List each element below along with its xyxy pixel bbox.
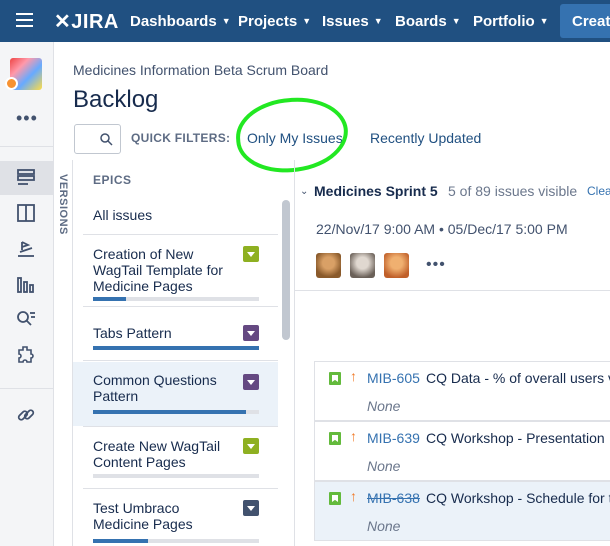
epics-panel: EPICS All issues Creation of New WagTail… xyxy=(73,160,278,546)
sprint-name: Medicines Sprint 5 xyxy=(314,183,438,199)
issue-epic: None xyxy=(367,458,401,474)
issue-row[interactable]: ↑ MIB-638 CQ Workshop - Schedule for t N… xyxy=(314,481,610,541)
versions-label: VERSIONS xyxy=(57,174,69,235)
epic-item[interactable]: Create New WagTail Content Pages xyxy=(73,428,278,492)
epic-name: Test Umbraco Medicine Pages xyxy=(93,500,193,532)
epic-item[interactable]: Creation of New WagTail Template for Med… xyxy=(73,236,278,300)
issue-key[interactable]: MIB-639 xyxy=(367,430,420,446)
chevron-down-icon[interactable] xyxy=(243,500,259,516)
reports-icon[interactable] xyxy=(14,272,38,296)
epic-progress-bar xyxy=(93,297,259,301)
chevron-down-icon[interactable] xyxy=(243,374,259,390)
issue-summary: CQ Workshop - Schedule for t xyxy=(426,490,610,506)
epic-item[interactable]: Common Questions Pattern xyxy=(73,362,278,426)
nav-portfolio[interactable]: Portfolio ▼ xyxy=(473,13,549,30)
breadcrumb[interactable]: Medicines Information Beta Scrum Board xyxy=(73,62,328,78)
search-input[interactable] xyxy=(74,124,121,154)
chevron-down-icon: ▼ xyxy=(221,16,231,26)
story-icon xyxy=(329,432,341,445)
epic-item[interactable]: Test Umbraco Medicine Pages xyxy=(73,490,278,546)
more-icon[interactable]: ••• xyxy=(16,108,38,129)
menu-icon[interactable] xyxy=(16,13,33,27)
more-icon[interactable]: ••• xyxy=(426,256,446,274)
top-navigation-bar: ✕JIRA Dashboards ▼ Projects ▼ Issues ▼ Boar… xyxy=(0,0,610,42)
all-issues-item[interactable]: All issues xyxy=(93,207,152,223)
divider xyxy=(83,306,278,307)
priority-high-icon: ↑ xyxy=(350,368,357,384)
priority-high-icon: ↑ xyxy=(350,428,357,444)
epics-header: EPICS xyxy=(93,173,132,187)
epics-scrollbar[interactable] xyxy=(282,200,290,340)
divider xyxy=(83,426,278,427)
releases-icon[interactable] xyxy=(14,236,38,260)
jira-logo[interactable]: ✕JIRA xyxy=(54,9,119,34)
collapse-chevron-icon[interactable]: ⌄ xyxy=(300,186,308,197)
jira-logo-icon: ✕ xyxy=(54,11,72,33)
link-icon[interactable] xyxy=(14,403,38,427)
epic-progress-bar xyxy=(93,346,259,350)
issue-key[interactable]: MIB-638 xyxy=(367,490,420,506)
quick-filters-label: QUICK FILTERS: xyxy=(131,131,231,145)
active-sprints-icon[interactable] xyxy=(14,201,38,225)
issue-key[interactable]: MIB-605 xyxy=(367,370,420,386)
epic-progress-bar xyxy=(93,474,259,478)
page-title: Backlog xyxy=(73,86,159,113)
add-ons-icon[interactable] xyxy=(14,343,38,367)
divider xyxy=(83,360,278,361)
sprint-dates: 22/Nov/17 9:00 AM • 05/Dec/17 5:00 PM xyxy=(316,221,568,237)
create-button[interactable]: Create xyxy=(560,4,610,38)
epic-name: Tabs Pattern xyxy=(93,325,172,341)
assignee-avatar[interactable] xyxy=(384,253,409,278)
sidebar-divider xyxy=(0,146,53,147)
chevron-down-icon: ▼ xyxy=(373,16,383,26)
issue-summary: CQ Data - % of overall users v xyxy=(426,370,610,386)
sidebar-divider xyxy=(0,388,53,389)
divider xyxy=(83,488,278,489)
issue-epic: None xyxy=(367,398,401,414)
chevron-down-icon: ▼ xyxy=(302,16,312,26)
epic-name: Common Questions Pattern xyxy=(93,372,217,404)
assignee-avatar[interactable] xyxy=(316,253,341,278)
epic-name: Creation of New WagTail Template for Med… xyxy=(93,246,223,294)
divider xyxy=(83,234,278,235)
clear-filters-link[interactable]: Clea xyxy=(587,184,610,198)
backlog-icon[interactable] xyxy=(14,166,38,190)
issue-epic: None xyxy=(367,518,401,534)
issue-summary: CQ Workshop - Presentation xyxy=(426,430,605,446)
epic-name: Create New WagTail Content Pages xyxy=(93,438,221,470)
versions-panel-toggle[interactable]: VERSIONS xyxy=(55,160,73,546)
chevron-down-icon: ▼ xyxy=(451,16,461,26)
chevron-down-icon[interactable] xyxy=(243,438,259,454)
epic-progress-bar xyxy=(93,410,259,414)
sprint-visible-count: 5 of 89 issues visible xyxy=(448,183,578,199)
story-icon xyxy=(329,372,341,385)
search-icon xyxy=(100,133,113,146)
issues-search-icon[interactable] xyxy=(14,307,38,331)
panel-divider xyxy=(294,160,295,546)
issue-row[interactable]: ↑ MIB-605 CQ Data - % of overall users v… xyxy=(314,361,610,421)
filter-recently-updated[interactable]: Recently Updated xyxy=(370,130,481,146)
nav-issues[interactable]: Issues ▼ xyxy=(322,13,383,30)
issue-row[interactable]: ↑ MIB-639 CQ Workshop - Presentation Non… xyxy=(314,421,610,481)
chevron-down-icon[interactable] xyxy=(243,246,259,262)
nav-dashboards[interactable]: Dashboards ▼ xyxy=(130,13,231,30)
priority-high-icon: ↑ xyxy=(350,488,357,504)
project-sidebar: ••• xyxy=(0,42,54,546)
story-icon xyxy=(329,492,341,505)
chevron-down-icon: ▼ xyxy=(539,16,549,26)
nav-projects[interactable]: Projects ▼ xyxy=(238,13,311,30)
chevron-down-icon[interactable] xyxy=(243,325,259,341)
epic-progress-bar xyxy=(93,539,259,543)
nav-boards[interactable]: Boards ▼ xyxy=(395,13,461,30)
notification-badge xyxy=(5,77,18,90)
divider xyxy=(295,290,610,291)
assignee-avatar[interactable] xyxy=(350,253,375,278)
